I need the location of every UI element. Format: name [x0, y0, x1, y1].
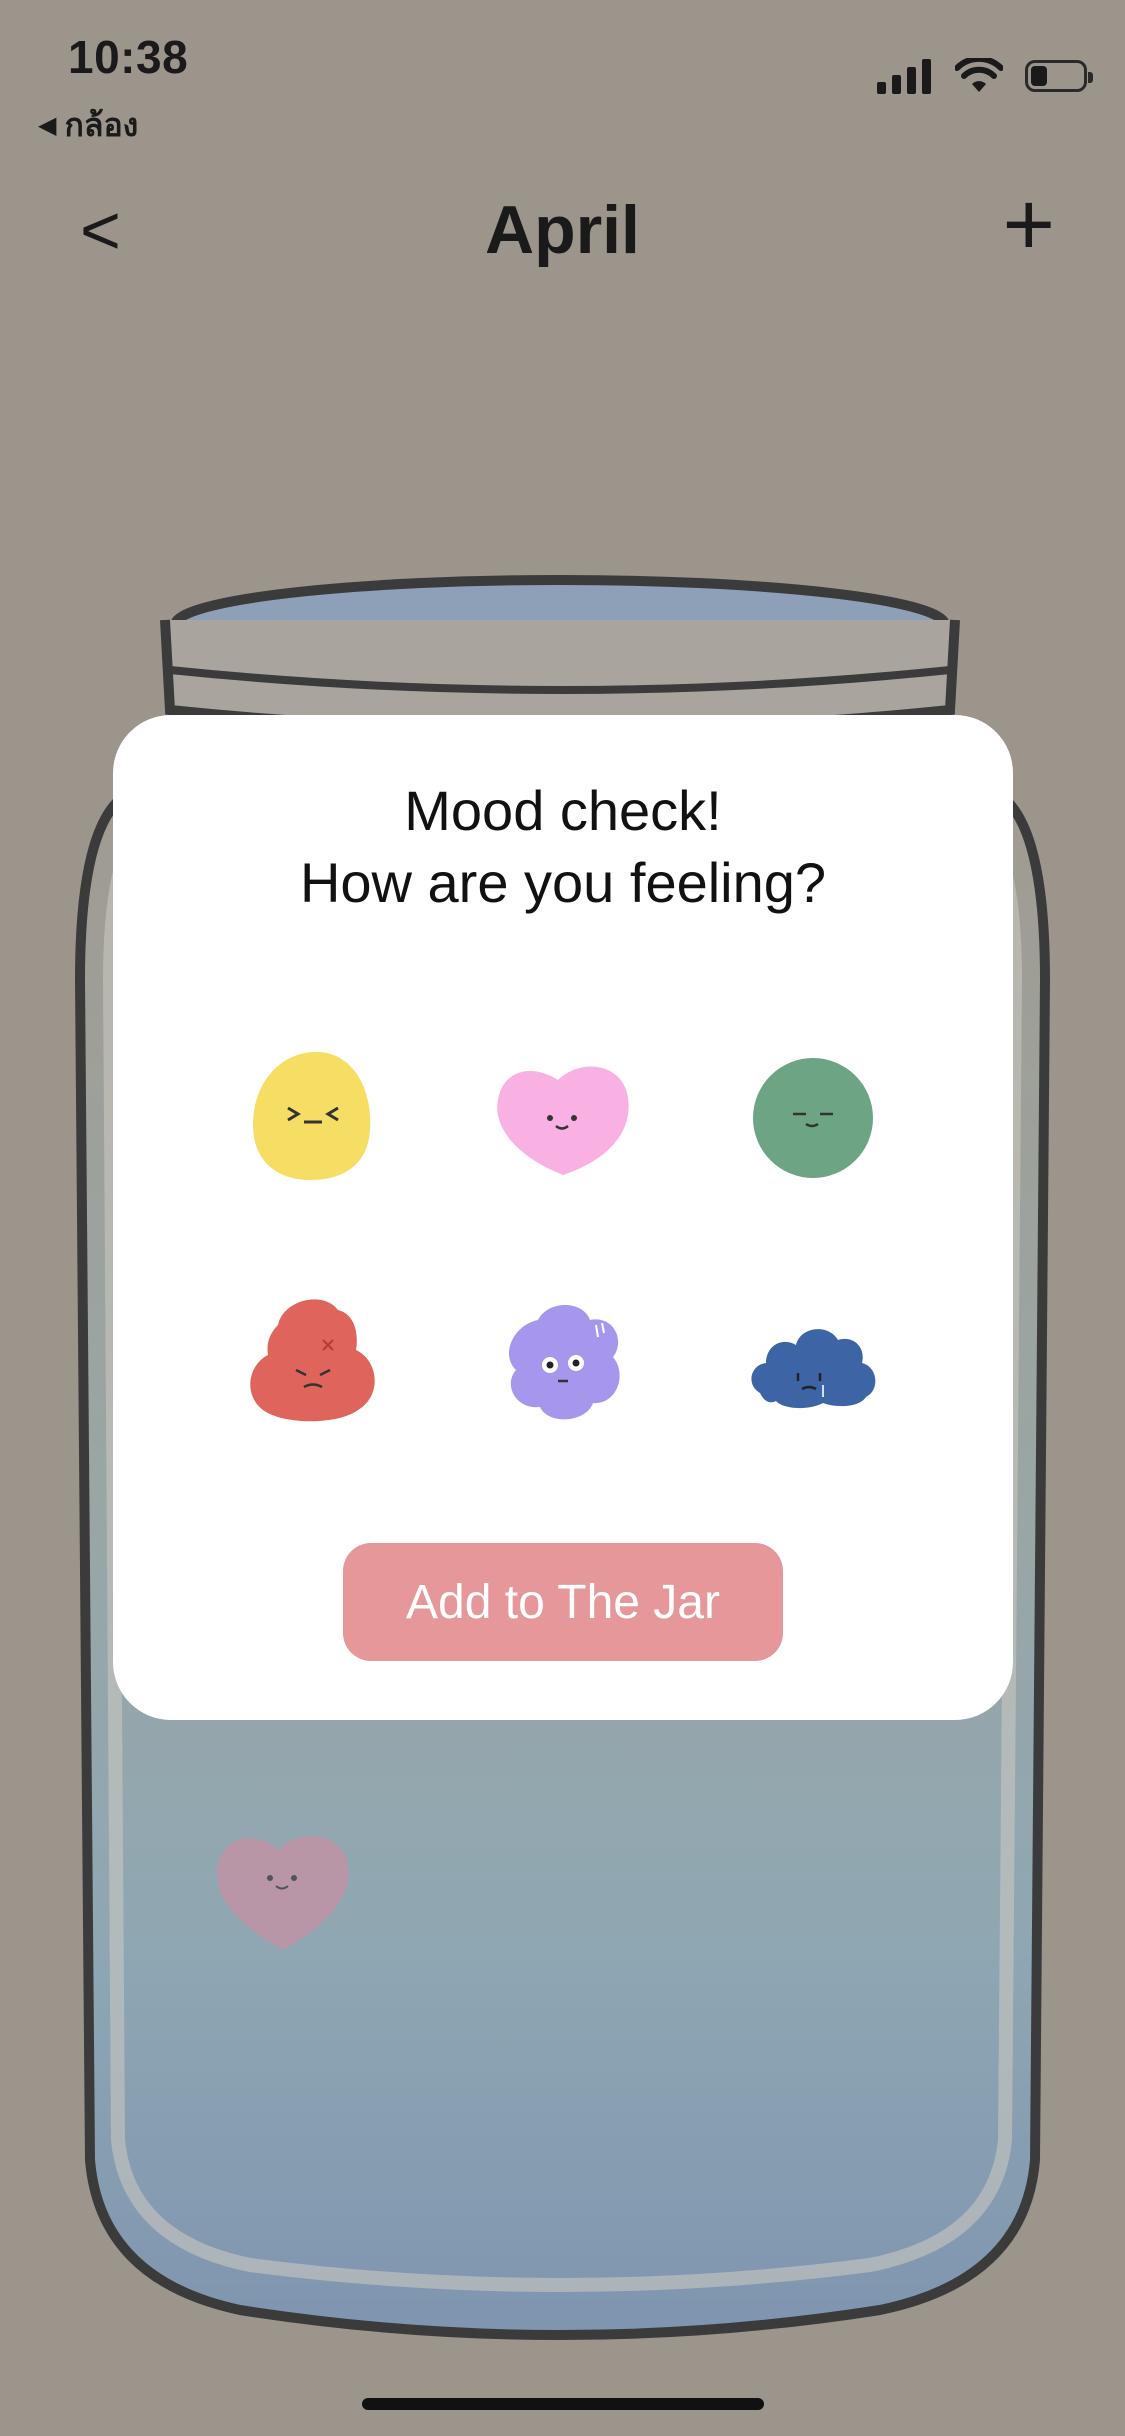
- mood-option-calm[interactable]: [738, 1040, 888, 1190]
- mood-option-love[interactable]: [488, 1040, 638, 1190]
- happy-yellow-mood-icon: [253, 1051, 371, 1180]
- navigation-bar: < April +: [0, 170, 1125, 290]
- mood-option-happy[interactable]: [238, 1040, 388, 1190]
- calm-green-mood-icon: [753, 1058, 873, 1178]
- love-pink-heart-mood-icon: [497, 1066, 629, 1175]
- wifi-icon: [955, 58, 1003, 92]
- add-button[interactable]: +: [1002, 180, 1055, 270]
- battery-icon: [1025, 60, 1093, 92]
- sad-blue-cloud-mood-icon: [751, 1329, 876, 1409]
- back-app-label: กล้อง: [64, 107, 139, 143]
- status-icons: [877, 58, 1093, 94]
- add-to-jar-button[interactable]: Add to The Jar: [343, 1543, 783, 1661]
- heart-mood-in-jar-icon: [217, 1835, 349, 1950]
- dialog-title-line1: Mood check!: [404, 779, 722, 842]
- back-to-app-link[interactable]: ◀ กล้อง: [38, 100, 138, 151]
- clock: 10:38: [68, 31, 189, 83]
- status-bar: 10:38 ◀ กล้อง: [0, 0, 1125, 150]
- dialog-title: Mood check! How are you feeling?: [113, 775, 1013, 919]
- cellular-signal-icon: [877, 59, 931, 94]
- dialog-title-line2: How are you feeling?: [299, 851, 827, 914]
- anxious-purple-mood-icon: [508, 1305, 620, 1420]
- triangle-left-icon: ◀: [38, 112, 57, 139]
- mood-option-angry[interactable]: [238, 1285, 388, 1435]
- home-indicator[interactable]: [362, 2398, 764, 2410]
- mood-check-dialog: Mood check! How are you feeling? Add to …: [113, 715, 1013, 1720]
- angry-red-mood-icon: [250, 1299, 375, 1422]
- mood-option-anxious[interactable]: [488, 1285, 638, 1435]
- page-title: April: [485, 192, 640, 268]
- mood-option-sad[interactable]: [738, 1285, 888, 1435]
